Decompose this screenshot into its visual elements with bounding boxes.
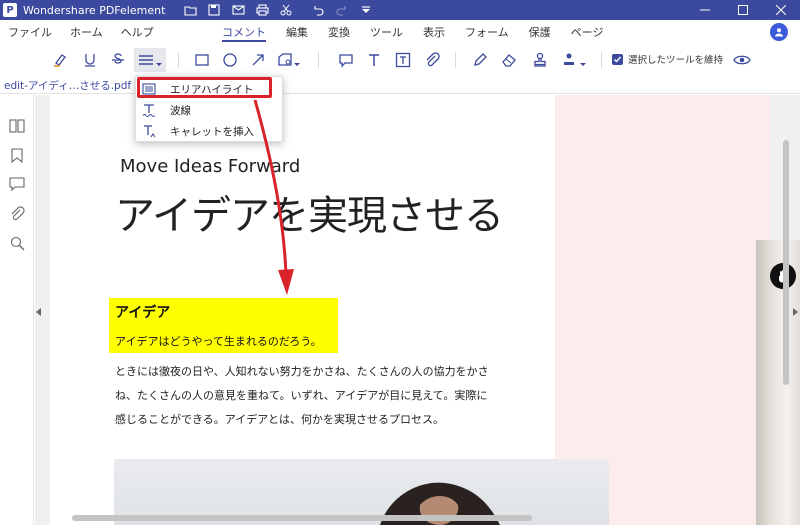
- close-icon[interactable]: [762, 0, 800, 20]
- toolbar-separator: [178, 52, 179, 68]
- search-icon[interactable]: [8, 234, 26, 252]
- title-bar: P Wondershare PDFelement: [0, 0, 800, 20]
- tab-tools[interactable]: ツール: [370, 20, 403, 44]
- toolbar-separator: [318, 52, 319, 68]
- collapse-left-icon[interactable]: [36, 308, 41, 316]
- menu-item-insert-caret[interactable]: キャレットを挿入: [136, 121, 284, 141]
- attachment-panel-icon[interactable]: [8, 205, 26, 223]
- document-tab-strip: edit-アイディ…させる.pdf *: [0, 76, 800, 94]
- customize-dropdown-icon[interactable]: [359, 3, 373, 17]
- horizontal-scrollbar[interactable]: [72, 515, 532, 521]
- toolbar-separator: [601, 52, 602, 68]
- tab-form[interactable]: フォーム: [465, 20, 509, 44]
- pdf-page: Move Ideas Forward アイデアを実現させる アイデア アイデアは…: [50, 95, 770, 525]
- signature-dropdown-button[interactable]: [558, 48, 590, 72]
- vertical-scrollbar[interactable]: [783, 140, 789, 385]
- save-icon[interactable]: [207, 3, 221, 17]
- page-main-heading: アイデアを実現させる: [115, 193, 504, 239]
- tab-convert[interactable]: 変換: [328, 20, 350, 44]
- mail-icon[interactable]: [231, 3, 245, 17]
- keep-tool-label: 選択したツールを維持: [628, 55, 724, 66]
- stamp-icon[interactable]: [528, 48, 552, 72]
- comment-toolbar: 選択したツールを維持: [0, 44, 800, 76]
- annotation-red-box: [137, 77, 272, 98]
- attachment-icon[interactable]: [420, 48, 444, 72]
- strikethrough-icon[interactable]: [106, 48, 130, 72]
- maximize-icon[interactable]: [724, 0, 762, 20]
- menu-file[interactable]: ファイル: [8, 24, 52, 40]
- text-comment-icon[interactable]: [362, 48, 386, 72]
- body-line: ときには徹夜の日や、人知れない努力をかさね、たくさんの人の協力をかさ: [115, 365, 489, 378]
- toolbar-separator: [455, 52, 456, 68]
- checkbox-checked-icon[interactable]: [612, 53, 623, 65]
- window-controls: [686, 0, 800, 20]
- menu-home[interactable]: ホーム: [70, 24, 103, 40]
- pencil-icon[interactable]: [468, 48, 492, 72]
- menu-help[interactable]: ヘルプ: [121, 24, 154, 40]
- page-sub-heading: Move Ideas Forward: [120, 156, 301, 177]
- sticky-note-icon[interactable]: [334, 48, 358, 72]
- quick-access-toolbar: [183, 3, 373, 17]
- tab-page[interactable]: ページ: [571, 20, 604, 44]
- highlight-icon[interactable]: [48, 48, 72, 72]
- body-line: 感じることができる。アイデアとは、何かを実現させるプロセス。: [115, 413, 445, 426]
- tab-comment[interactable]: コメント: [222, 20, 266, 44]
- minimize-icon[interactable]: [686, 0, 724, 20]
- app-logo-icon: P: [3, 3, 17, 17]
- squiggly-icon: [142, 103, 156, 117]
- left-sidebar: [0, 95, 34, 525]
- redo-icon[interactable]: [335, 3, 349, 17]
- arrow-tool-icon[interactable]: [246, 48, 270, 72]
- comments-panel-icon[interactable]: [8, 175, 26, 193]
- app-title: Wondershare PDFelement: [23, 3, 166, 17]
- collapse-right-icon[interactable]: [793, 308, 798, 316]
- eraser-icon[interactable]: [497, 48, 521, 72]
- document-tab[interactable]: edit-アイディ…させる.pdf *: [4, 78, 140, 93]
- underline-icon[interactable]: [78, 48, 102, 72]
- thumbnails-icon[interactable]: [8, 117, 26, 135]
- tab-edit[interactable]: 編集: [286, 20, 308, 44]
- menu-item-label: キャレットを挿入: [170, 125, 254, 138]
- body-paragraph: ときには徹夜の日や、人知れない努力をかさね、たくさんの人の協力をかさ ね、たくさ…: [115, 360, 535, 432]
- undo-icon[interactable]: [311, 3, 325, 17]
- shape-dropdown-button[interactable]: [274, 48, 304, 72]
- rectangle-icon[interactable]: [190, 48, 214, 72]
- main-menu: ファイル ホーム ヘルプ: [8, 24, 172, 40]
- bookmark-icon[interactable]: [8, 146, 26, 164]
- text-box-icon[interactable]: [391, 48, 415, 72]
- menu-bar: ファイル ホーム ヘルプ コメント 編集 変換 ツール 表示 フォーム 保護 ペ…: [0, 20, 800, 44]
- menu-item-squiggly[interactable]: 波線: [136, 100, 284, 120]
- caret-insert-icon: [142, 124, 156, 138]
- tab-protect[interactable]: 保護: [529, 20, 551, 44]
- highlighted-text: アイデアはどうやって生まれるのだろう。: [115, 335, 322, 348]
- highlighted-title: アイデア: [115, 305, 171, 321]
- user-avatar[interactable]: [770, 23, 788, 41]
- keep-tool-checkbox[interactable]: 選択したツールを維持: [612, 52, 723, 66]
- document-canvas: Move Ideas Forward アイデアを実現させる アイデア アイデアは…: [35, 95, 800, 525]
- open-folder-icon[interactable]: [183, 3, 197, 17]
- print-icon[interactable]: [255, 3, 269, 17]
- tab-view[interactable]: 表示: [423, 20, 445, 44]
- eye-icon[interactable]: [730, 48, 754, 72]
- ribbon-tabs: コメント 編集 変換 ツール 表示 フォーム 保護 ページ: [222, 20, 623, 44]
- menu-item-label: 波線: [170, 104, 191, 117]
- ellipse-icon[interactable]: [218, 48, 242, 72]
- text-markup-dropdown-button[interactable]: [134, 48, 166, 72]
- scissors-icon[interactable]: [279, 3, 293, 17]
- body-line: ね、たくさんの人の意見を重ねて。いずれ、アイデアが目に見えて。実際に: [115, 389, 488, 402]
